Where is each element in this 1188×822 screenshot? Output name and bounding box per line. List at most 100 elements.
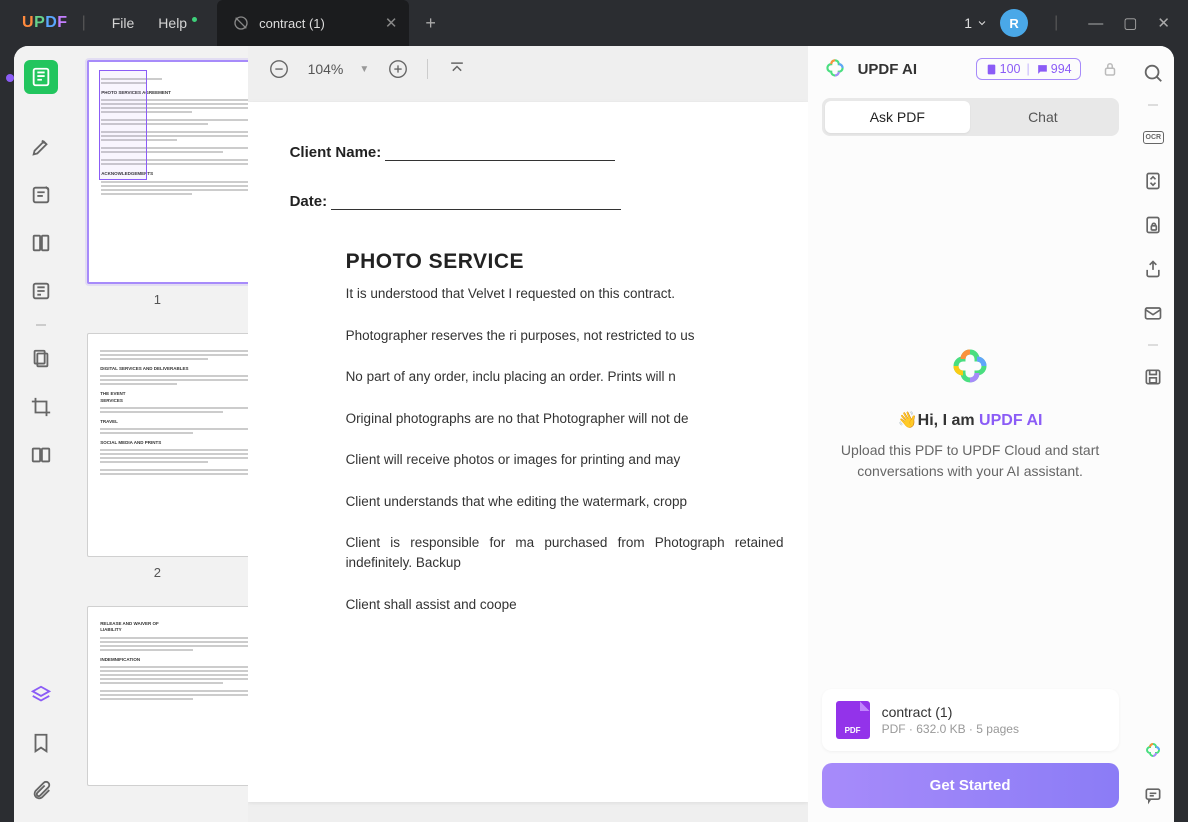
ai-file-meta: PDF · 632.0 KB · 5 pages	[882, 722, 1019, 736]
zoom-dropdown-icon[interactable]: ▼	[359, 64, 369, 75]
toolbar-divider	[1148, 104, 1158, 106]
tab-title: contract (1)	[259, 16, 325, 31]
tool-compare[interactable]	[24, 438, 58, 472]
doc-paragraph: Client shall assist and coope	[346, 595, 784, 615]
tab-close-icon[interactable]: ✕	[385, 14, 398, 32]
doc-paragraph: Client understands that whe editing the …	[346, 492, 784, 512]
ai-greeting-prefix: Hi, I am	[918, 412, 979, 429]
document-page: Client Name: Date: PHOTO SERVICE It is u…	[248, 102, 808, 802]
doc-paragraph: Photographer reserves the ri purposes, n…	[346, 326, 784, 346]
comment-icon[interactable]	[1140, 782, 1166, 808]
logo-f: F	[57, 14, 67, 31]
thumbnail-page-2[interactable]: DIGITAL SERVICES AND DELIVERABLES THE EV…	[87, 333, 247, 557]
logo-u: U	[22, 14, 34, 31]
tool-organize[interactable]	[24, 342, 58, 376]
user-avatar[interactable]: R	[1000, 9, 1028, 37]
tool-edit-text[interactable]	[24, 178, 58, 212]
menu-file[interactable]: File	[100, 15, 147, 31]
ai-assistant-icon[interactable]	[1140, 738, 1166, 764]
field-client-name: Client Name:	[290, 144, 784, 161]
tool-highlight[interactable]	[24, 130, 58, 164]
tool-page-layout[interactable]	[24, 226, 58, 260]
titlebar-divider: |	[82, 14, 86, 32]
app-logo: UPDF	[22, 14, 68, 32]
tool-form[interactable]	[24, 274, 58, 308]
tool-crop[interactable]	[24, 390, 58, 424]
doc-paragraph: Client is responsible for ma purchased f…	[346, 533, 784, 572]
viewer-toolbar: 104% ▼	[248, 46, 808, 92]
ai-file-name: contract (1)	[882, 704, 1019, 720]
toolbar-divider	[1148, 344, 1158, 346]
window-maximize-icon[interactable]: ▢	[1119, 10, 1141, 36]
zoom-in-button[interactable]	[385, 56, 411, 82]
doc-paragraph: It is understood that Velvet I requested…	[346, 284, 784, 304]
ai-tab-chat[interactable]: Chat	[970, 101, 1116, 133]
new-tab-button[interactable]: +	[425, 13, 436, 34]
ai-tabs: Ask PDF Chat	[822, 98, 1119, 136]
ai-tab-ask-pdf[interactable]: Ask PDF	[825, 101, 971, 133]
tool-layers[interactable]	[24, 678, 58, 712]
window-count[interactable]: 1	[964, 15, 988, 31]
document-viewer: 104% ▼ Client Name: Date: PHOTO SERVICE …	[248, 46, 808, 822]
thumbnail-page-3[interactable]: RELEASE AND WAIVER OF LIABILITY INDEMNIF…	[87, 606, 247, 786]
doc-paragraph: Original photographs are no that Photogr…	[346, 409, 784, 429]
save-icon[interactable]	[1140, 364, 1166, 390]
ai-file-card: PDF contract (1) PDF · 632.0 KB · 5 page…	[822, 689, 1119, 751]
doc-paragraph: Client will receive photos or images for…	[346, 450, 784, 470]
ai-panel: UPDF AI 100 | 994 Ask PDF Chat 👋Hi, I am…	[808, 46, 1133, 822]
ai-panel-body: 👋Hi, I am UPDF AI Upload this PDF to UPD…	[808, 136, 1133, 689]
menu-help-label: Help	[158, 15, 187, 31]
ai-credit-value-2: 994	[1051, 62, 1072, 76]
convert-icon[interactable]	[1140, 168, 1166, 194]
get-started-button[interactable]: Get Started	[822, 763, 1119, 808]
right-toolbar: OCR	[1133, 46, 1174, 822]
ai-panel-title: UPDF AI	[858, 61, 917, 78]
viewer-toolbar-divider	[427, 59, 428, 79]
ocr-icon[interactable]: OCR	[1140, 124, 1166, 150]
scroll-top-button[interactable]	[444, 56, 470, 82]
share-icon[interactable]	[1140, 256, 1166, 282]
help-notification-dot	[192, 17, 197, 22]
ai-credits-badge[interactable]: 100 | 994	[976, 58, 1081, 80]
logo-p: P	[34, 14, 45, 31]
lock-icon[interactable]	[1101, 60, 1119, 78]
tool-bookmark[interactable]	[24, 726, 58, 760]
app-body: PHOTO SERVICES AGREEMENT ACKNOWLEDGEMENT…	[14, 46, 1174, 822]
titlebar-divider: |	[1054, 14, 1058, 32]
ai-greeting: 👋Hi, I am UPDF AI	[898, 410, 1043, 430]
chat-credit-icon	[1036, 63, 1049, 76]
zoom-out-button[interactable]	[266, 56, 292, 82]
thumbnail-panel[interactable]: PHOTO SERVICES AGREEMENT ACKNOWLEDGEMENT…	[67, 46, 247, 822]
titlebar: UPDF | File Help contract (1) ✕ + 1 R | …	[0, 0, 1188, 46]
doc-paragraph: No part of any order, inclu placing an o…	[346, 367, 784, 387]
doc-credit-icon	[985, 63, 998, 76]
thumbnail-viewport-indicator	[99, 70, 147, 180]
menu-help[interactable]: Help	[146, 15, 199, 31]
ai-panel-header: UPDF AI 100 | 994	[808, 46, 1133, 92]
tool-attachment[interactable]	[24, 774, 58, 808]
updf-ai-body-logo-icon	[946, 344, 994, 392]
tool-reader[interactable]	[24, 60, 58, 94]
protect-icon[interactable]	[1140, 212, 1166, 238]
tab-doc-icon	[233, 15, 249, 31]
pdf-file-icon: PDF	[836, 701, 870, 739]
window-close-icon[interactable]: ✕	[1153, 10, 1174, 36]
window-minimize-icon[interactable]: —	[1084, 11, 1107, 36]
email-icon[interactable]	[1140, 300, 1166, 326]
thumbnail-number-2: 2	[87, 565, 227, 580]
thumbnail-page-1[interactable]: PHOTO SERVICES AGREEMENT ACKNOWLEDGEMENT…	[87, 60, 247, 284]
document-scroll-area[interactable]: Client Name: Date: PHOTO SERVICE It is u…	[248, 92, 808, 822]
ai-greeting-brand: UPDF AI	[979, 412, 1042, 429]
edge-indicator-dot	[6, 74, 14, 82]
document-tab[interactable]: contract (1) ✕	[217, 0, 409, 46]
field-date: Date:	[290, 193, 784, 210]
logo-d: D	[45, 14, 57, 31]
window-count-value: 1	[964, 15, 972, 31]
search-icon[interactable]	[1140, 60, 1166, 86]
left-toolbar	[14, 46, 67, 822]
updf-ai-logo-icon	[822, 56, 848, 82]
date-label: Date:	[290, 193, 328, 210]
client-name-label: Client Name:	[290, 144, 382, 161]
toolbar-divider	[36, 324, 46, 326]
ai-description: Upload this PDF to UPDF Cloud and start …	[828, 440, 1113, 482]
